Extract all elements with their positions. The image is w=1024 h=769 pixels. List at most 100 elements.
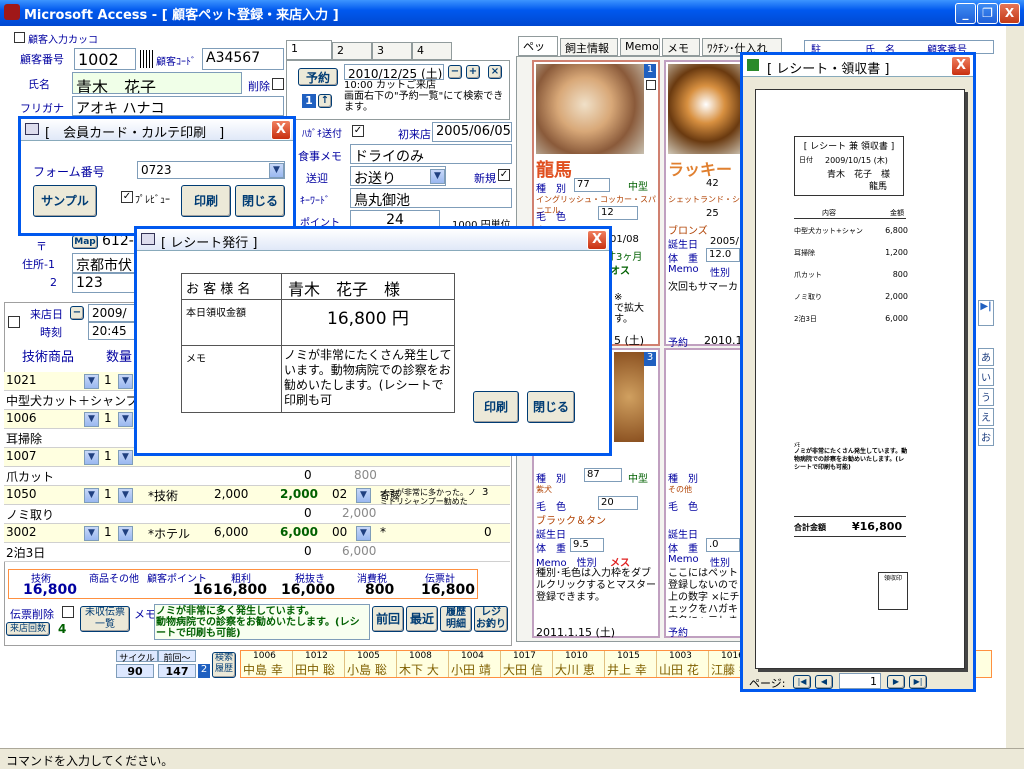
minimize-button[interactable]: _ — [955, 3, 976, 24]
print-button[interactable]: 印刷 — [473, 391, 519, 423]
quick-input-checkbox[interactable] — [14, 32, 25, 43]
sample-button[interactable]: サンプル — [33, 185, 97, 217]
visit-date-field[interactable]: 2009/ — [88, 304, 136, 322]
pet-name[interactable]: ラッキー — [668, 156, 732, 180]
close-dialog-button[interactable]: X — [951, 56, 971, 76]
slip-delete-checkbox[interactable] — [62, 606, 74, 618]
address2-field[interactable]: 123 — [72, 273, 142, 293]
date-minus-button[interactable]: − — [448, 65, 462, 79]
tab-memo[interactable]: メモ — [662, 38, 700, 56]
kind-field[interactable]: 42 — [706, 178, 719, 189]
keyword-field[interactable]: 鳥丸御池 — [350, 188, 512, 208]
first-visit-field[interactable]: 2005/06/05 — [432, 122, 512, 142]
register-change-button[interactable]: レジ お釣り — [474, 606, 508, 632]
prev-page-button[interactable]: ◀ — [815, 675, 833, 689]
weight-field[interactable]: 9.5 — [570, 538, 604, 552]
last-record-button[interactable]: ▶| — [978, 300, 994, 326]
pet-checkbox[interactable] — [646, 80, 656, 90]
history-detail-button[interactable]: 履歴 明細 — [440, 606, 472, 632]
pet-name[interactable]: 龍馬 — [536, 156, 572, 182]
slip-memo-field[interactable]: ノミが非常に多く発生しています。 動物病院での診察をお勧めいたします。(レシート… — [154, 604, 370, 640]
history-item[interactable]: 1015 井上 幸 — [605, 651, 657, 677]
color-field[interactable]: 20 — [598, 496, 638, 510]
history-item[interactable]: 1006 中島 幸 — [241, 651, 293, 677]
receipt-memo[interactable]: ノミが非常にたくさん発生しています。動物病院での診察をお勧めいたします。(レシー… — [284, 348, 452, 412]
chevron-down-icon[interactable]: ▼ — [430, 169, 445, 184]
history-item[interactable]: 1008 木下 大 — [397, 651, 449, 677]
pet-memo[interactable]: 種別･毛色は入力枠をダブルクリックするとマスター登録できます。 — [536, 568, 656, 604]
close-button[interactable]: 閉じる — [527, 391, 575, 423]
weight-field[interactable]: .0 — [706, 538, 740, 552]
visit-date-minus-button[interactable]: − — [70, 306, 84, 320]
weight-field[interactable]: 12.0 — [706, 248, 740, 262]
kana-index-i[interactable]: い — [978, 368, 994, 386]
recent-button[interactable]: 最近 — [406, 606, 438, 632]
kind-field[interactable]: 77 — [574, 178, 610, 192]
history-item[interactable]: 1005 小島 聡 — [345, 651, 397, 677]
date-plus-button[interactable]: + — [466, 65, 480, 79]
preview-checkbox[interactable]: ✓ — [121, 191, 133, 203]
kana-index-u[interactable]: う — [978, 388, 994, 406]
close-dialog-button[interactable]: X — [271, 120, 291, 140]
color-field[interactable]: 25 — [706, 208, 719, 219]
pet-memo[interactable]: 次回もサマーカ — [668, 278, 738, 293]
customer-no-field[interactable]: 1002 — [74, 48, 136, 70]
tab-1[interactable]: 1 — [286, 40, 332, 60]
next-page-button[interactable]: ▶ — [887, 675, 905, 689]
history-item[interactable]: 1003 山田 花 — [657, 651, 709, 677]
up-arrow-icon[interactable]: ↑ — [318, 94, 332, 108]
pet-memo[interactable]: ※ で拡大 す。 — [614, 292, 644, 325]
reserve-button[interactable]: 予約 — [298, 68, 338, 86]
birthday-field[interactable]: 2005/ — [710, 236, 739, 247]
meal-memo-field[interactable]: ドライのみ — [350, 144, 512, 164]
reserve-text[interactable]: 10:00 カットご来店 画面右下の"予約一覧"にて検索できます。 — [344, 80, 506, 116]
close-window-button[interactable]: X — [999, 3, 1020, 24]
tab-owner-info[interactable]: 飼主情報 — [560, 38, 618, 56]
form-no-select[interactable]: 0723 — [137, 161, 285, 179]
sex-field[interactable]: メス — [610, 554, 630, 569]
search-history-button[interactable]: 検索 履歴 — [212, 652, 236, 678]
restore-button[interactable]: ❐ — [977, 3, 998, 24]
kana-field[interactable]: アオキ ハナコ — [72, 96, 284, 116]
history-item[interactable]: 1017 大田 信 — [501, 651, 553, 677]
chevron-down-icon[interactable]: ▼ — [269, 163, 284, 178]
close-button[interactable]: 閉じる — [235, 185, 285, 217]
color-field[interactable]: 12 — [598, 206, 638, 220]
tab-memo-en[interactable]: Memo — [620, 38, 660, 56]
delete-checkbox[interactable] — [272, 78, 284, 90]
address1-field[interactable]: 京都市伏 — [72, 253, 142, 273]
table-row[interactable]: 3002 ▼ 1 ▼ *ホテル 6,000 6,000 00 ▼ * 0 — [4, 524, 510, 543]
history-item[interactable]: 1004 小田 靖 — [449, 651, 501, 677]
close-dialog-button[interactable]: X — [587, 230, 607, 250]
kind-field[interactable]: 87 — [584, 468, 622, 482]
visit-checkbox[interactable] — [8, 316, 20, 328]
amount-value[interactable]: 16,800 円 — [282, 300, 454, 346]
first-page-button[interactable]: |◀ — [793, 675, 811, 689]
pet-memo[interactable]: ここにはペット登録しないので上の数字 ×にチェックをハガキ宛名にへ示しません。 — [668, 568, 744, 618]
kana-index-o[interactable]: お — [978, 428, 994, 446]
tab-3[interactable]: 3 — [372, 42, 412, 60]
new-checkbox[interactable]: ✓ — [498, 169, 510, 181]
page-number-field[interactable]: 1 — [839, 673, 881, 689]
prev-visit-button[interactable]: 前回 — [372, 606, 404, 632]
date-clear-button[interactable]: × — [488, 65, 502, 79]
tab-2[interactable]: 2 — [332, 42, 372, 60]
kana-index-a[interactable]: あ — [978, 348, 994, 366]
birthday-field[interactable]: 01/08 — [610, 234, 639, 245]
customer-code-field[interactable]: A34567 — [202, 48, 284, 70]
visit-count-button[interactable]: 来店回数 — [6, 622, 50, 636]
dm-checkbox[interactable]: ✓ — [352, 125, 364, 137]
unpaid-list-button[interactable]: 未収伝票 一覧 — [80, 606, 130, 632]
customer-name-field[interactable]: 青木 花子 — [72, 72, 242, 94]
tab-pet[interactable]: ペット — [518, 36, 558, 69]
history-item[interactable]: 1010 大川 恵 — [553, 651, 605, 677]
last-page-button[interactable]: ▶| — [909, 675, 927, 689]
reserve-date-field[interactable]: 2010/12/25 (土) — [344, 64, 444, 80]
print-button[interactable]: 印刷 — [181, 185, 231, 217]
sex-field[interactable]: オス — [610, 262, 630, 277]
tab-4[interactable]: 4 — [412, 42, 452, 60]
time-field[interactable]: 20:45 — [88, 322, 136, 340]
map-button[interactable]: Map — [72, 235, 98, 249]
kana-index-e[interactable]: え — [978, 408, 994, 426]
customer-name[interactable]: 青木 花子 様 — [282, 274, 454, 300]
